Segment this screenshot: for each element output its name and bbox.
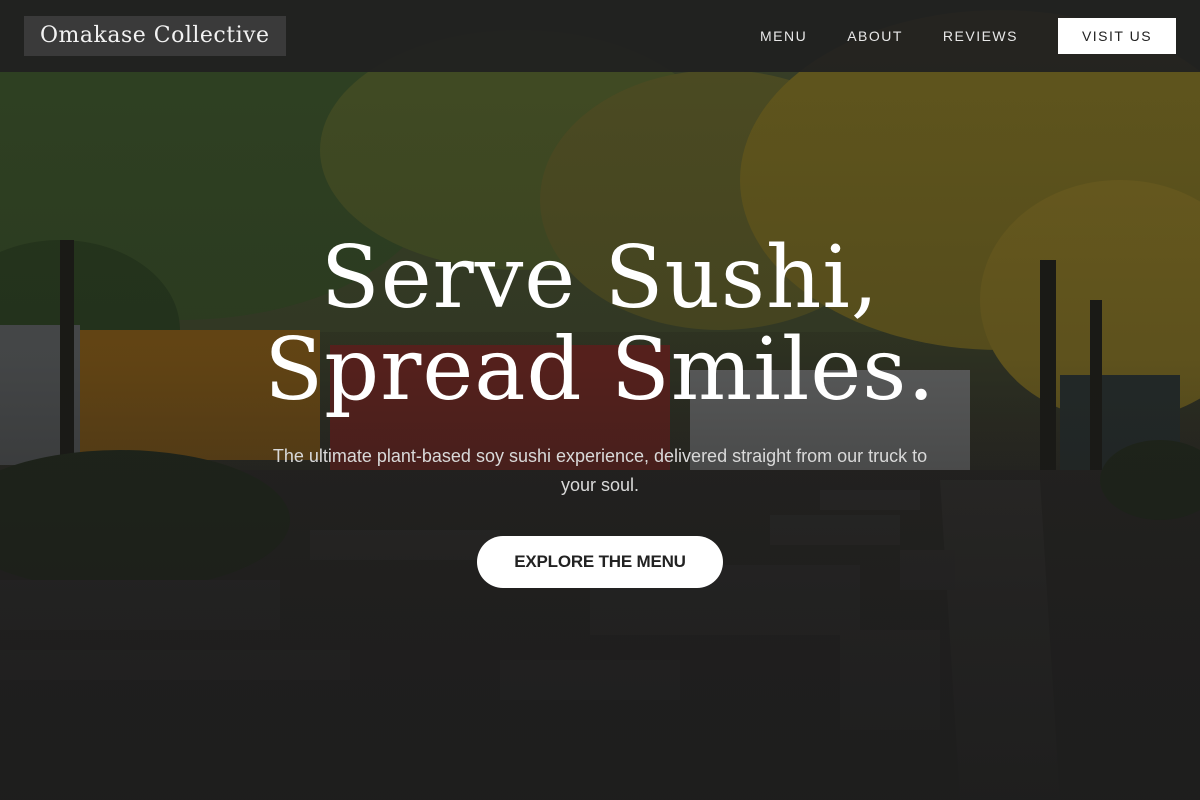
brand-logo[interactable]: Omakase Collective <box>24 16 286 56</box>
nav-link-about[interactable]: ABOUT <box>847 28 903 44</box>
visit-us-button[interactable]: VISIT US <box>1058 18 1176 54</box>
hero-title-line-2: Spread Smiles. <box>264 320 936 420</box>
explore-menu-button[interactable]: EXPLORE THE MENU <box>477 536 723 588</box>
hero-subtitle: The ultimate plant-based soy sushi exper… <box>272 446 928 495</box>
navbar: Omakase Collective MENU ABOUT REVIEWS VI… <box>0 0 1200 72</box>
hero-section: Serve Sushi, Spread Smiles. The ultimate… <box>0 232 1200 588</box>
hero-title: Serve Sushi, Spread Smiles. <box>0 232 1200 416</box>
nav-link-menu[interactable]: MENU <box>760 28 807 44</box>
hero-title-line-1: Serve Sushi, <box>320 228 880 328</box>
nav-links: MENU ABOUT REVIEWS VISIT US <box>720 18 1176 54</box>
nav-link-reviews[interactable]: REVIEWS <box>943 28 1018 44</box>
